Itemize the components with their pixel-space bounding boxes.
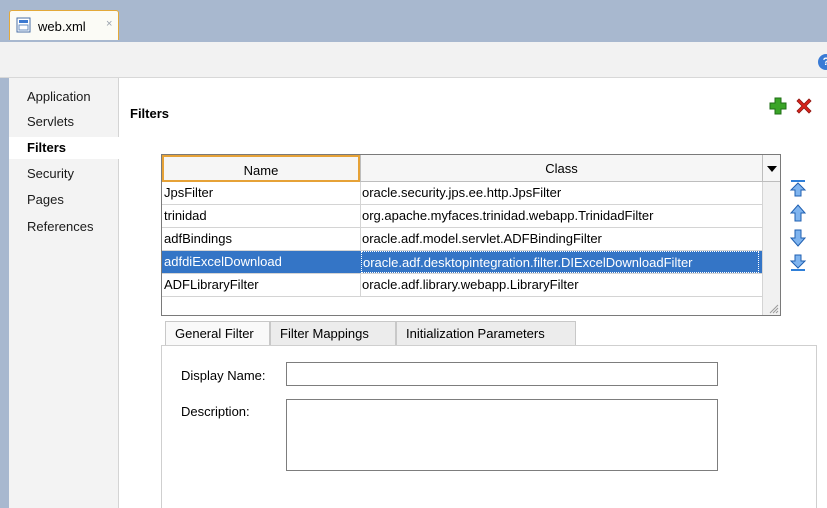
column-menu-button[interactable]: [762, 155, 780, 182]
cell-name: trinidad: [164, 208, 207, 223]
left-edge-bar: [0, 78, 9, 508]
table-row[interactable]: trinidad org.apache.myfaces.trinidad.web…: [162, 205, 762, 228]
cell-class: org.apache.myfaces.trinidad.webapp.Trini…: [362, 208, 654, 223]
editor-toolbar: ?: [0, 42, 827, 78]
move-up-icon[interactable]: [788, 203, 808, 223]
cell-name: JpsFilter: [164, 185, 214, 200]
sidebar-nav: Application Servlets Filters Security Pa…: [9, 78, 119, 508]
add-icon[interactable]: [768, 96, 788, 116]
cell-class: oracle.security.jps.ee.http.JpsFilter: [362, 185, 562, 200]
description-field[interactable]: [286, 399, 718, 471]
general-filter-panel: Display Name: Description:: [161, 345, 817, 508]
cell-class: oracle.adf.desktopintegration.filter.DIE…: [361, 251, 759, 273]
delete-icon[interactable]: [794, 96, 814, 116]
description-label: Description:: [181, 404, 250, 419]
cell-name: adfBindings: [164, 231, 232, 246]
resize-grip-icon[interactable]: [769, 304, 779, 314]
section-title: Filters: [130, 106, 170, 121]
xml-file-icon: [16, 17, 31, 33]
cell-name: adfdiExcelDownload: [164, 254, 282, 269]
table-scrollbar[interactable]: [762, 182, 780, 315]
move-top-icon[interactable]: [788, 178, 808, 198]
editor-tab-bar: web.xml ×: [0, 0, 827, 42]
cell-class: oracle.adf.library.webapp.LibraryFilter: [362, 277, 579, 292]
display-name-field[interactable]: [286, 362, 718, 386]
column-header-name[interactable]: Name: [162, 155, 360, 182]
table-row-selected[interactable]: adfdiExcelDownload oracle.adf.desktopint…: [162, 251, 762, 274]
tab-web-xml[interactable]: web.xml ×: [9, 10, 119, 40]
move-down-icon[interactable]: [788, 228, 808, 248]
tab-title: web.xml: [38, 19, 86, 34]
tab-initialization-parameters[interactable]: Initialization Parameters: [396, 321, 576, 345]
column-header-class[interactable]: Class: [360, 155, 762, 182]
table-row[interactable]: JpsFilter oracle.security.jps.ee.http.Jp…: [162, 182, 762, 205]
sidebar-item-security[interactable]: Security: [9, 163, 119, 185]
display-name-label: Display Name:: [181, 368, 266, 383]
sidebar-item-references[interactable]: References: [9, 216, 119, 238]
sidebar-item-pages[interactable]: Pages: [9, 189, 119, 211]
sidebar-item-application[interactable]: Application: [9, 86, 119, 108]
sidebar-item-filters[interactable]: Filters: [9, 137, 119, 159]
table-row[interactable]: ADFLibraryFilter oracle.adf.library.weba…: [162, 274, 762, 297]
cell-name: ADFLibraryFilter: [164, 277, 259, 292]
help-icon[interactable]: ?: [818, 54, 827, 70]
move-bottom-icon[interactable]: [788, 253, 808, 273]
tab-general-filter[interactable]: General Filter: [165, 321, 270, 345]
close-icon[interactable]: ×: [106, 18, 112, 30]
sidebar-item-servlets[interactable]: Servlets: [9, 111, 119, 133]
tab-filter-mappings[interactable]: Filter Mappings: [270, 321, 396, 345]
table-row[interactable]: adfBindings oracle.adf.model.servlet.ADF…: [162, 228, 762, 251]
chevron-down-icon: [766, 166, 777, 172]
cell-class: oracle.adf.model.servlet.ADFBindingFilte…: [362, 231, 602, 246]
filters-table: Name Class JpsFilter oracle.security.jps…: [161, 154, 781, 316]
